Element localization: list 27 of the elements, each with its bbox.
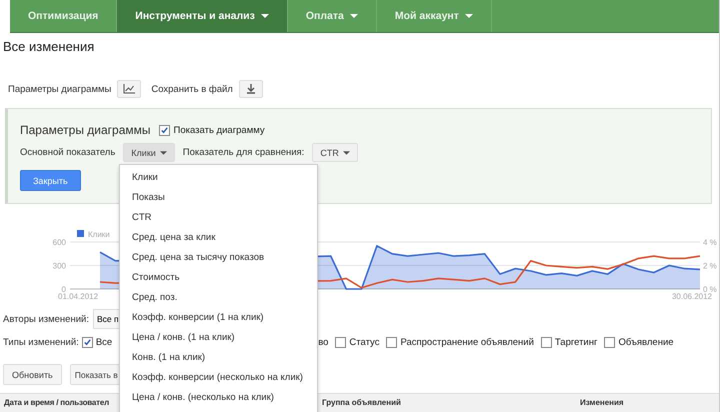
field-label: Показатель для сравнения: bbox=[182, 147, 304, 158]
filter-label: Типы изменений: bbox=[3, 336, 79, 348]
axis-tick-label: 0 bbox=[62, 285, 66, 294]
axis-tick-label: 0 % bbox=[703, 285, 717, 294]
axis-tick-label: 600 bbox=[52, 238, 66, 247]
checkbox-label: во bbox=[318, 336, 328, 348]
checkbox-label: Распространение объявлений bbox=[400, 336, 534, 348]
page-title: Все изменения bbox=[3, 39, 96, 54]
checkbox-label: Все bbox=[96, 336, 112, 348]
checkbox-label: Показать диаграмму bbox=[174, 124, 265, 136]
axis-date-label: 01.04.2012 bbox=[58, 292, 98, 301]
checkbox-label: Таргетинг bbox=[554, 336, 598, 348]
axis-tick-label: 2 % bbox=[703, 262, 717, 270]
legend-label: Клики bbox=[88, 230, 110, 239]
checkbox-label: Статус bbox=[349, 336, 380, 348]
filter-label: Авторы изменений: bbox=[3, 314, 89, 324]
panel-title: Параметры диаграммы bbox=[20, 123, 151, 137]
checkbox-label: Объявление bbox=[618, 336, 674, 348]
column-header: Дата и время / пользовател bbox=[4, 398, 110, 407]
field-label: Основной показатель bbox=[20, 147, 116, 158]
axis-tick-label: 300 bbox=[52, 262, 66, 270]
axis-date-label: 30.06.2012 bbox=[672, 292, 712, 301]
toolbar-label: Сохранить в файл bbox=[151, 84, 233, 94]
column-header: Изменения bbox=[580, 398, 624, 407]
column-header: Группа объявлений bbox=[322, 398, 402, 407]
axis-tick-label: 4 % bbox=[703, 238, 717, 247]
toolbar-label: Параметры диаграммы bbox=[8, 84, 112, 94]
